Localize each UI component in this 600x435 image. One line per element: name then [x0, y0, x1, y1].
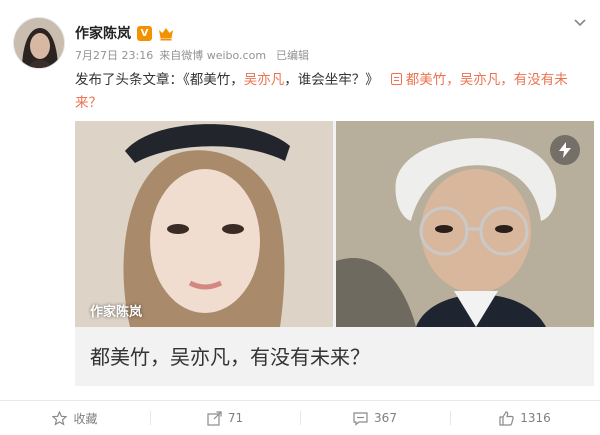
favorite-label: 收藏 [73, 411, 98, 426]
article-card[interactable]: 作家陈岚 都美竹，吴亦凡，有没有未来？ [75, 121, 594, 386]
like-count: 1316 [520, 411, 551, 425]
mention-link[interactable]: 吴亦凡 [244, 72, 285, 88]
post-text: 发布了头条文章：《都美竹，吴亦凡，谁会坐牢？》 都美竹，吴亦凡，有没有未来？ [75, 69, 590, 115]
author-avatar[interactable] [13, 17, 65, 69]
comment-icon [353, 411, 368, 426]
like-icon [499, 410, 514, 426]
author-name[interactable]: 作家陈岚 [75, 23, 131, 43]
post-text-suffix: ，谁会坐牢？》 [284, 72, 379, 88]
post-text-prefix: 发布了头条文章：《都美竹， [75, 72, 244, 88]
member-icon[interactable] [158, 26, 174, 41]
v-badge-icon: V [137, 25, 152, 41]
card-watermark: 作家陈岚 [90, 305, 143, 320]
card-title[interactable]: 都美竹，吴亦凡，有没有未来？ [90, 341, 370, 370]
repost-button[interactable]: 71 [150, 401, 300, 435]
post-timestamp[interactable]: 7月27日 23:16 [75, 47, 153, 63]
favorite-button[interactable]: 收藏 [0, 401, 150, 435]
star-icon [52, 410, 68, 426]
article-photo-left [75, 121, 333, 327]
source-prefix: 来自 [159, 49, 182, 62]
edited-label[interactable]: 已编辑 [276, 47, 309, 63]
repost-icon [207, 410, 222, 426]
post-source[interactable]: 微博 weibo.com [181, 47, 266, 63]
action-bar: 收藏 71 367 1316 [0, 401, 600, 435]
chevron-down-icon[interactable] [572, 14, 588, 30]
article-icon [390, 73, 402, 85]
comment-count: 367 [374, 411, 397, 425]
post-meta: 7月27日 23:16 来自 微博 weibo.com 已编辑 [75, 47, 309, 63]
repost-count: 71 [227, 411, 244, 425]
author-row: 作家陈岚 V [75, 22, 174, 44]
comment-button[interactable]: 367 [300, 401, 450, 435]
lightning-icon[interactable] [550, 135, 580, 165]
weibo-post: 作家陈岚 V 7月27日 23:16 来自 微博 weibo.com 已编辑 发… [0, 0, 600, 435]
like-button[interactable]: 1316 [450, 401, 600, 435]
